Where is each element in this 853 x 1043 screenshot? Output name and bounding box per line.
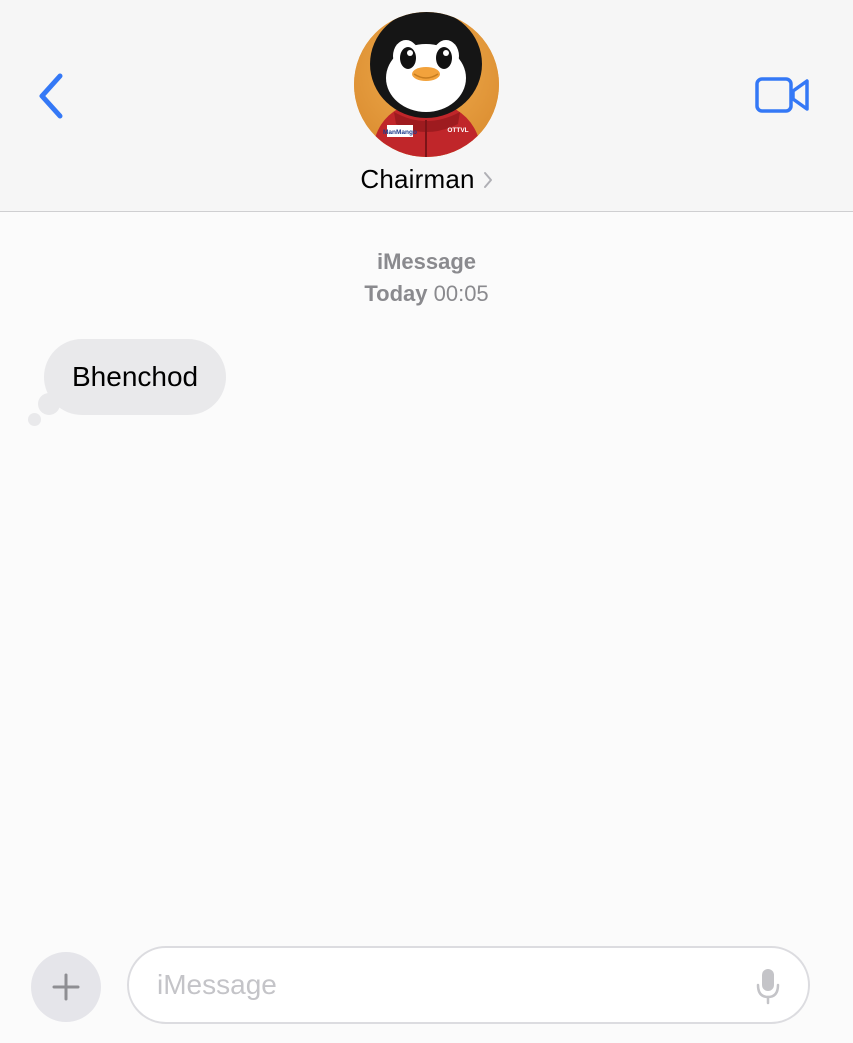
jacket-label-left: ManMango [383,129,417,136]
contact-name-button[interactable]: Chairman [0,162,853,196]
incoming-message-bubble[interactable]: Bhenchod [44,339,227,415]
video-camera-icon [755,77,809,113]
chevron-left-icon [39,73,63,119]
message-input[interactable] [157,948,737,1022]
service-label: iMessage [376,249,477,274]
messages-screen: ManMango OTTVL Chairman iMessage Today 0… [0,0,853,1043]
day-label: Today [364,281,428,306]
microphone-icon [756,969,780,1005]
penguin-avatar-image: ManMango OTTVL [354,12,499,157]
message-text: Bhenchod [72,361,199,392]
thread-timestamp: iMessage Today 00:05 [0,246,853,310]
time-label: 00:05 [433,281,489,306]
dictation-button[interactable] [749,966,787,1006]
conversation-header: ManMango OTTVL Chairman [0,0,853,212]
jacket-label-right: OTTVL [447,127,468,134]
plus-icon [52,973,80,1001]
contact-name: Chairman [360,163,475,194]
bubble-tail-dot [28,413,41,426]
video-call-button[interactable] [748,70,818,120]
apps-plus-button[interactable] [31,952,101,1022]
chevron-right-icon [483,171,493,189]
contact-avatar[interactable]: ManMango OTTVL [354,12,499,157]
date-time-label: Today 00:05 [0,278,853,310]
back-button[interactable] [28,68,76,124]
message-composer [127,946,810,1024]
